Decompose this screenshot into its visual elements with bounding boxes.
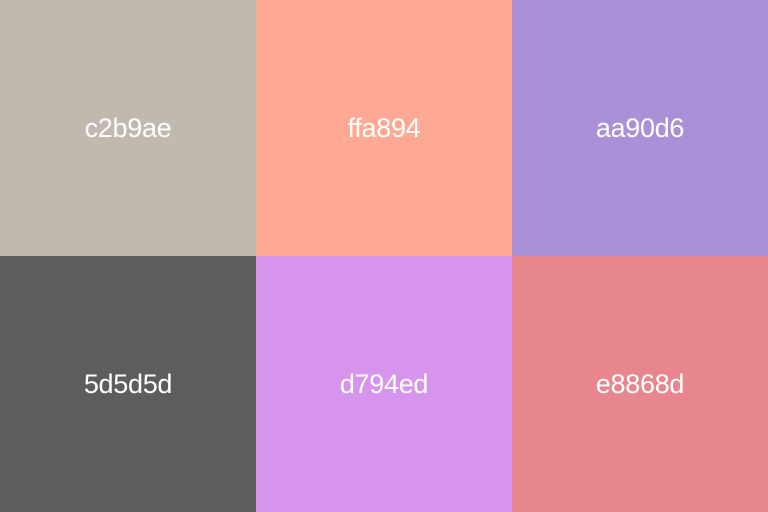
color-swatch: ffa894 bbox=[256, 0, 512, 256]
color-swatch: c2b9ae bbox=[0, 0, 256, 256]
color-swatch: aa90d6 bbox=[512, 0, 768, 256]
color-swatch: e8868d bbox=[512, 256, 768, 512]
swatch-hex-label: aa90d6 bbox=[595, 112, 685, 143]
swatch-hex-label: c2b9ae bbox=[84, 112, 172, 143]
swatch-hex-label: d794ed bbox=[339, 368, 429, 399]
color-swatch: d794ed bbox=[256, 256, 512, 512]
swatch-hex-label: ffa894 bbox=[347, 112, 421, 143]
color-swatch: 5d5d5d bbox=[0, 256, 256, 512]
swatch-hex-label: e8868d bbox=[595, 368, 685, 399]
swatch-hex-label: 5d5d5d bbox=[83, 368, 173, 399]
color-palette: c2b9ae ffa894 aa90d6 5d5d5d d794ed e8868… bbox=[0, 0, 768, 512]
